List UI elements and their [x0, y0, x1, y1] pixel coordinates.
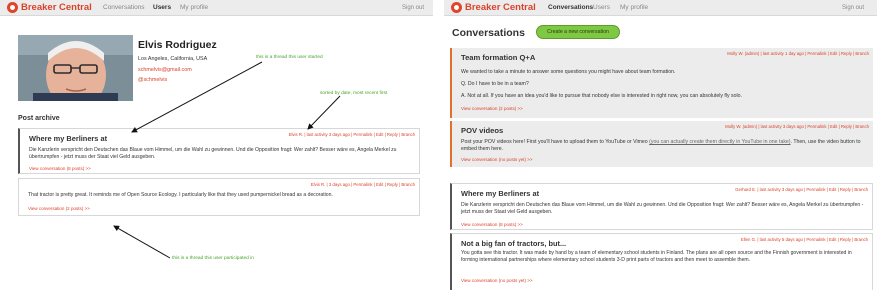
post-body: That tractor is pretty great. It reminds…: [28, 192, 333, 198]
view-conversation-link[interactable]: View conversation (2 posts) >>: [461, 106, 523, 111]
pane-divider: [433, 0, 444, 290]
conversation-title[interactable]: Not a big fan of tractors, but...: [461, 239, 566, 248]
arrow-sorted: [307, 95, 341, 130]
post-archive-heading: Post archive: [18, 115, 60, 122]
archive-post: Elvis R. | 3 days ago | Permalink | Edit…: [18, 178, 420, 216]
conversation-body: We wanted to take a minute to answer som…: [461, 69, 676, 75]
post-body: Die Kanzlerin verspricht den Deutschen d…: [29, 147, 397, 160]
conversation-meta[interactable]: Molly W. (admin) | last activity 3 days …: [725, 124, 869, 129]
top-nav: Breaker Central Conversations Users My p…: [444, 0, 877, 16]
arrow-participated: [113, 225, 171, 259]
conversation-card: Gerhard E. | last activity 3 days ago | …: [450, 183, 873, 230]
annotation-participated: this is a thread this user participated …: [172, 256, 254, 261]
nav-conversations[interactable]: Conversations: [548, 4, 593, 11]
conversation-title[interactable]: Team formation Q+A: [461, 53, 535, 62]
conversation-title[interactable]: Where my Berliners at: [461, 189, 539, 198]
conversation-body: Q. Do I have to be in a team?: [461, 81, 529, 87]
top-nav: Breaker Central Conversations Users My p…: [0, 0, 433, 16]
youtube-tip-link[interactable]: (you can actually create them directly i…: [649, 139, 790, 145]
view-conversation-link[interactable]: View conversation (2 posts) >>: [28, 206, 90, 211]
brand-link[interactable]: Breaker Central: [21, 2, 92, 13]
conversation-body: You gotta see this tractor. It was made …: [461, 250, 852, 263]
annotation-sorted: sorted by date, most recent first: [320, 91, 388, 96]
conversation-meta[interactable]: Gerhard E. | last activity 3 days ago | …: [735, 187, 868, 192]
user-twitter-link[interactable]: @schmelvis: [138, 77, 167, 83]
conversation-card: Ellen G. | last activity 5 days ago | Pe…: [450, 233, 873, 290]
conversation-card: Molly W. (admin) | last activity 3 days …: [450, 121, 873, 167]
conversation-body: A. Not at all. If you have an idea you'd…: [461, 93, 742, 99]
conversation-body: Post your POV videos here! First you'll …: [461, 139, 861, 152]
conversation-title[interactable]: POV videos: [461, 126, 503, 135]
view-conversation-link[interactable]: View conversation (8 posts) >>: [29, 166, 91, 171]
conversation-body: Die Kanzlerin verspricht den Deutschen d…: [461, 202, 864, 215]
conversation-meta[interactable]: Ellen G. | last activity 5 days ago | Pe…: [741, 237, 868, 242]
view-conversation-link[interactable]: View conversation (no posts yet) >>: [461, 157, 532, 162]
nav-my-profile[interactable]: My profile: [620, 4, 648, 11]
post-title[interactable]: Where my Berliners at: [29, 134, 107, 143]
create-conversation-button[interactable]: Create a new conversation: [536, 25, 620, 39]
conversations-pane: Breaker Central Conversations Users My p…: [444, 0, 877, 290]
logo-icon[interactable]: [451, 2, 462, 13]
user-name: Elvis Rodriguez: [138, 39, 217, 51]
nav-my-profile[interactable]: My profile: [180, 4, 208, 11]
sign-out-link[interactable]: Sign out: [842, 5, 864, 11]
nav-users[interactable]: Users: [153, 4, 171, 11]
profile-pane: Breaker Central Conversations Users My p…: [0, 0, 433, 290]
avatar: [18, 35, 133, 101]
user-email-link[interactable]: schmelvis@gmail.com: [138, 67, 192, 73]
logo-icon[interactable]: [7, 2, 18, 13]
brand-link[interactable]: Breaker Central: [465, 2, 536, 13]
sign-out-link[interactable]: Sign out: [402, 5, 424, 11]
nav-users[interactable]: Users: [593, 4, 610, 11]
post-meta[interactable]: Elvis R. | 3 days ago | Permalink | Edit…: [311, 182, 415, 187]
user-location: Los Angeles, California, USA: [138, 56, 208, 62]
post-meta[interactable]: Elvis R. | last activity 3 days ago | Pe…: [289, 132, 415, 137]
view-conversation-link[interactable]: View conversation (no posts yet) >>: [461, 278, 532, 283]
page-title: Conversations: [452, 27, 525, 39]
archive-post: Elvis R. | last activity 3 days ago | Pe…: [18, 128, 420, 174]
conversation-card: Molly W. (admin) | last activity 1 day a…: [450, 48, 873, 118]
nav-conversations[interactable]: Conversations: [103, 4, 145, 11]
annotation-started: this is a thread this user started: [256, 55, 323, 60]
conversation-meta[interactable]: Molly W. (admin) | last activity 1 day a…: [727, 51, 869, 56]
view-conversation-link[interactable]: View conversation (8 posts) >>: [461, 222, 523, 227]
